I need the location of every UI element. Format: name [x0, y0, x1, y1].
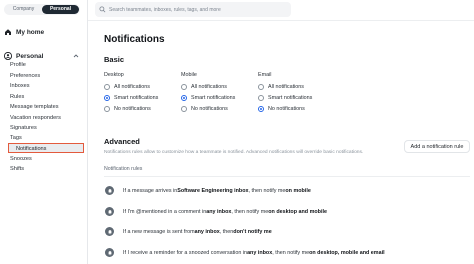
sidebar-item-rules[interactable]: Rules [10, 94, 24, 101]
notification-rule-row[interactable]: If I'm @mentioned in a comment in any in… [105, 207, 327, 216]
radio-button-selected[interactable] [181, 95, 187, 101]
email-all-option[interactable]: All notifications [258, 84, 304, 90]
advanced-description: Notifications rules allow to customize h… [104, 150, 364, 155]
option-label: Smart notifications [268, 95, 313, 101]
bell-icon [105, 186, 114, 195]
rule-text-part: , then notify me [248, 187, 286, 194]
option-label: All notifications [114, 84, 150, 90]
basic-section-title: Basic [104, 55, 125, 64]
rule-text-bold: any inbox [206, 208, 232, 215]
option-label: No notifications [268, 106, 305, 112]
rule-text-part: If I'm @mentioned in a comment in [123, 208, 207, 215]
notification-rule-row[interactable]: If a new message is sent from any inbox … [105, 227, 272, 236]
workspace-toggle: Company Personal [4, 4, 80, 15]
rule-text-part: If a new message is sent from [123, 228, 195, 235]
notification-rule-row[interactable]: If a message arrives in Software Enginee… [105, 186, 311, 195]
rules-divider [104, 176, 470, 177]
radio-button[interactable] [181, 84, 187, 90]
option-label: All notifications [191, 84, 227, 90]
mobile-none-option[interactable]: No notifications [181, 106, 228, 112]
notification-rules-label: Notification rules [104, 166, 143, 172]
radio-button[interactable] [258, 84, 264, 90]
sidebar-item-tags[interactable]: Tags [10, 135, 22, 142]
desktop-column-label: Desktop [104, 72, 124, 78]
email-smart-option[interactable]: Smart notifications [258, 95, 312, 101]
rule-text-bold: any inbox [194, 228, 220, 235]
company-toggle-button[interactable]: Company [5, 5, 42, 14]
rule-text-bold: Software Engineering inbox [177, 187, 249, 194]
chevron-up-icon[interactable] [72, 52, 80, 60]
radio-button[interactable] [104, 106, 110, 112]
email-column-label: Email [258, 72, 272, 78]
rule-text-part: , then notify me [272, 249, 310, 256]
bell-icon [105, 207, 114, 216]
top-divider [88, 20, 474, 21]
bell-icon [105, 248, 114, 257]
sidebar-item-notifications[interactable]: Notifications [8, 143, 84, 153]
my-home-label: My home [16, 28, 45, 36]
notification-rule-row[interactable]: If I receive a reminder for a snoozed co… [105, 248, 385, 257]
mobile-all-option[interactable]: All notifications [181, 84, 227, 90]
page-title: Notifications [104, 34, 165, 45]
rule-text-part: If a message arrives in [123, 187, 178, 194]
rule-text-part: If I receive a reminder for a snoozed co… [123, 249, 248, 256]
my-home-link[interactable]: My home [4, 28, 44, 36]
rule-text-bold: on desktop and mobile [268, 208, 327, 215]
bell-icon [105, 227, 114, 236]
sidebar-item-preferences[interactable]: Preferences [10, 73, 40, 80]
sidebar-item-vacation-responders[interactable]: Vacation responders [10, 115, 61, 122]
rule-text-bold: on desktop, mobile and email [309, 249, 385, 256]
sidebar-item-shifts[interactable]: Shifts [10, 166, 24, 173]
sidebar-item-profile[interactable]: Profile [10, 62, 26, 69]
search-input[interactable] [109, 6, 289, 13]
search-bar[interactable] [95, 2, 291, 17]
rule-text-bold: don't notify me [233, 228, 272, 235]
sidebar-item-signatures[interactable]: Signatures [10, 125, 37, 132]
radio-button[interactable] [181, 106, 187, 112]
option-label: Smart notifications [191, 95, 236, 101]
mobile-column-label: Mobile [181, 72, 197, 78]
mobile-smart-option[interactable]: Smart notifications [181, 95, 235, 101]
option-label: Smart notifications [114, 95, 159, 101]
rule-text-bold: on mobile [285, 187, 311, 194]
user-icon [4, 52, 12, 60]
add-notification-rule-button[interactable]: Add a notification rule [404, 140, 470, 153]
radio-button-selected[interactable] [104, 95, 110, 101]
option-label: No notifications [114, 106, 151, 112]
search-icon [99, 6, 106, 13]
personal-toggle-button[interactable]: Personal [42, 5, 79, 14]
option-label: All notifications [268, 84, 304, 90]
rule-text-part: , then notify me [231, 208, 269, 215]
option-label: No notifications [191, 106, 228, 112]
rule-text-part: , then [219, 228, 234, 235]
radio-button[interactable] [258, 95, 264, 101]
desktop-smart-option[interactable]: Smart notifications [104, 95, 158, 101]
rule-text-bold: any inbox [247, 249, 273, 256]
radio-button[interactable] [104, 84, 110, 90]
radio-button-selected[interactable] [258, 106, 264, 112]
sidebar-item-inboxes[interactable]: Inboxes [10, 83, 30, 90]
home-icon [4, 28, 12, 36]
email-none-option[interactable]: No notifications [258, 106, 305, 112]
desktop-none-option[interactable]: No notifications [104, 106, 151, 112]
sidebar-item-message-templates[interactable]: Message templates [10, 104, 59, 111]
sidebar: Company Personal My home Personal Profil… [0, 0, 88, 264]
personal-section-header[interactable]: Personal [4, 52, 43, 60]
desktop-all-option[interactable]: All notifications [104, 84, 150, 90]
sidebar-item-snoozes[interactable]: Snoozes [10, 156, 32, 163]
personal-section-label: Personal [16, 52, 44, 60]
advanced-section-title: Advanced [104, 137, 140, 146]
